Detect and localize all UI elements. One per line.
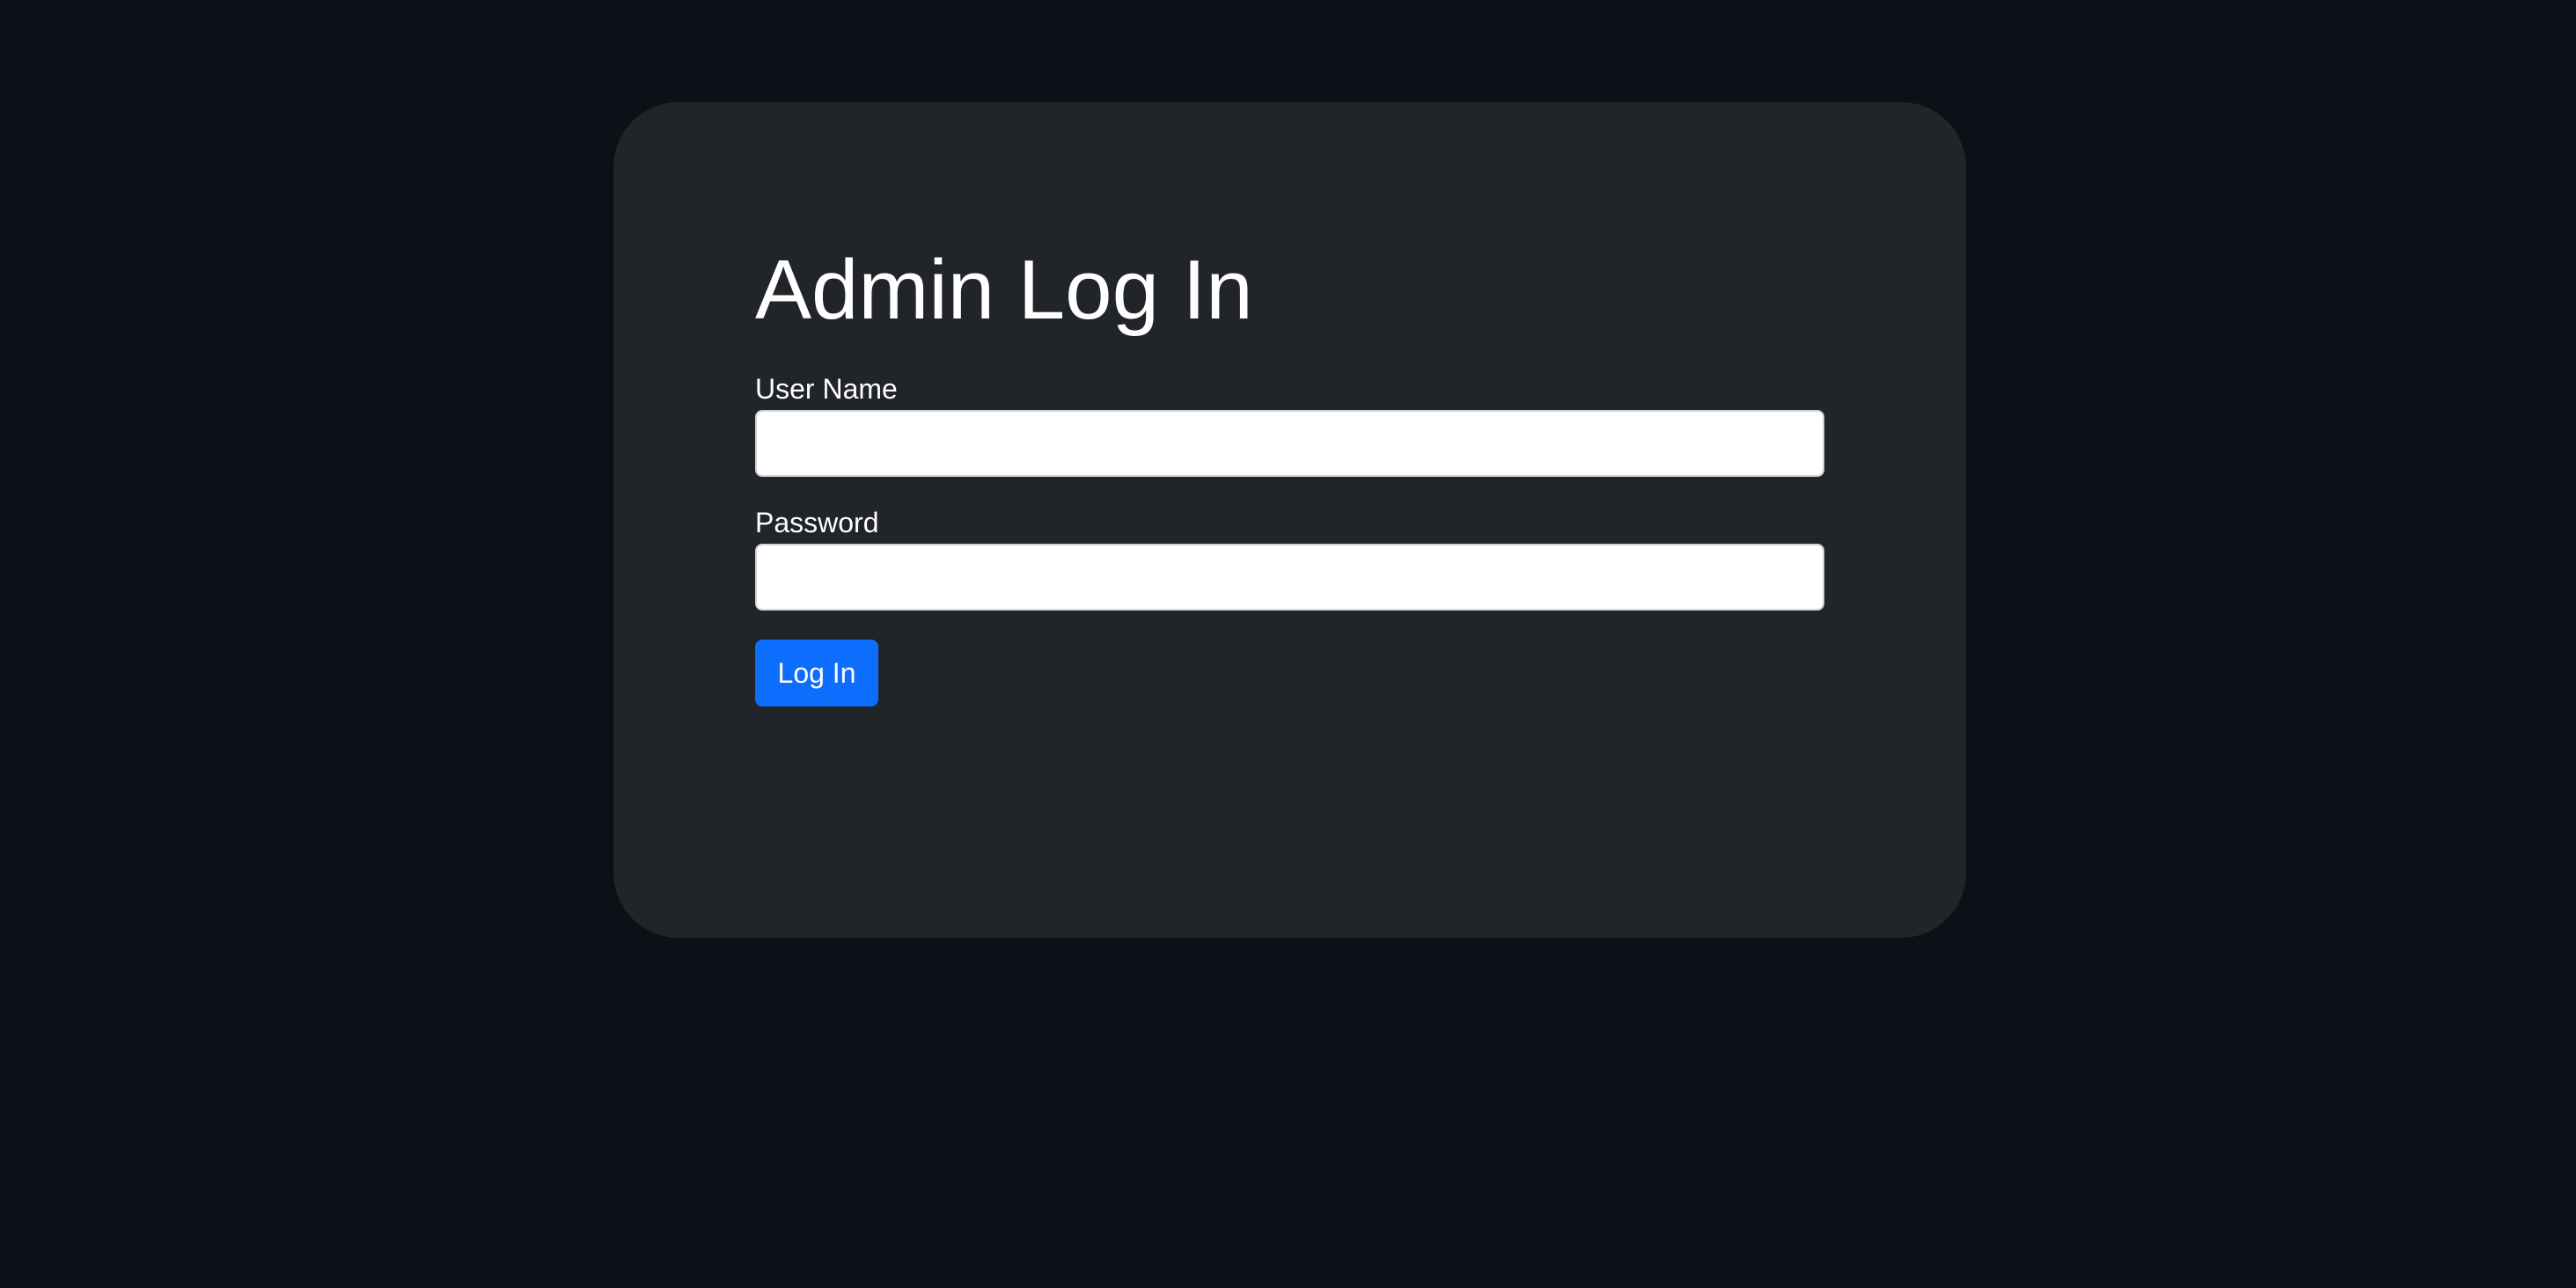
password-field[interactable] — [755, 544, 1824, 611]
login-button[interactable]: Log In — [755, 640, 878, 706]
username-field[interactable] — [755, 410, 1824, 477]
login-card: Admin Log In User Name Password Log In — [613, 102, 1966, 938]
page-title: Admin Log In — [755, 243, 1253, 337]
login-form: Admin Log In User Name Password Log In — [755, 248, 1824, 706]
page: Admin Log In User Name Password Log In — [0, 0, 2576, 1288]
password-label: Password — [755, 507, 879, 538]
username-label: User Name — [755, 373, 898, 405]
